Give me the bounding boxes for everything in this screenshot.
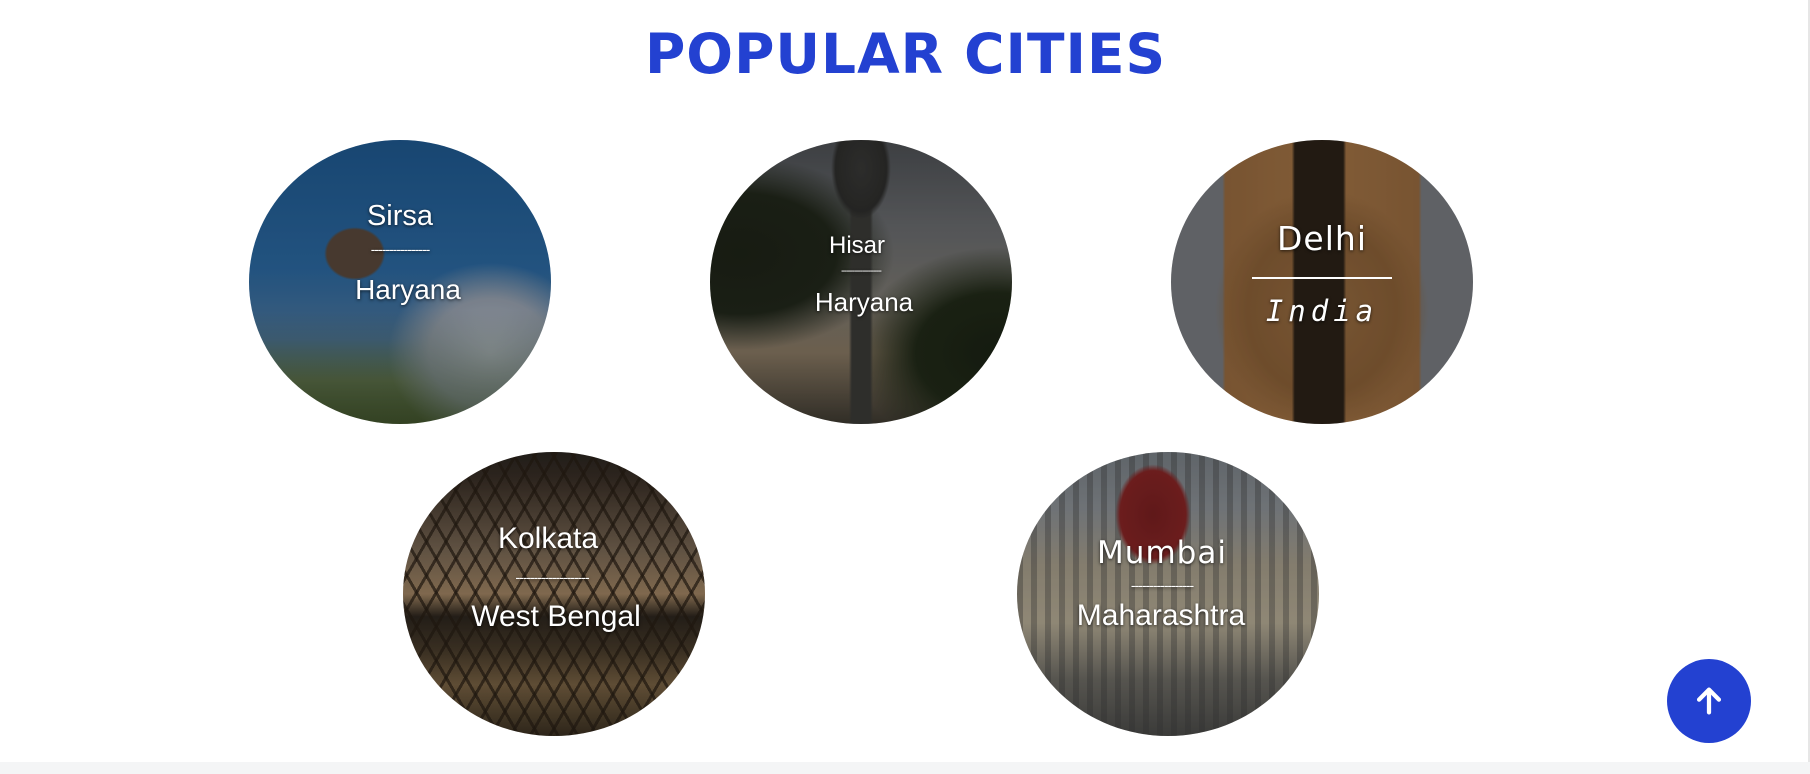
city-name: Hisar [828, 232, 885, 259]
city-divider: ----------------- [1130, 577, 1194, 593]
city-region: West Bengal [471, 600, 641, 633]
city-divider: ---------------- [370, 241, 431, 257]
city-region: Haryana [814, 287, 914, 317]
city-region: Haryana [355, 274, 461, 305]
city-card-hisar[interactable]: Hisar --------------- Haryana [710, 140, 1012, 424]
city-divider: --------------- [841, 265, 882, 277]
section-title: POPULAR CITIES [645, 22, 1167, 86]
footer-edge [0, 762, 1810, 774]
city-name: Mumbai [1097, 535, 1227, 571]
city-divider: -------------------- [515, 569, 589, 585]
city-name: Delhi [1277, 219, 1367, 258]
city-card-mumbai[interactable]: Mumbai ----------------- Maharashtra [1017, 452, 1319, 736]
city-name: Kolkata [497, 522, 599, 555]
city-name: Sirsa [366, 200, 434, 232]
city-region: India [1265, 294, 1379, 328]
arrow-up-icon [1696, 687, 1722, 715]
city-card-sirsa[interactable]: Sirsa ---------------- Haryana [249, 140, 551, 424]
city-divider [1252, 277, 1392, 279]
city-card-delhi[interactable]: Delhi India [1171, 140, 1473, 424]
city-region: Maharashtra [1076, 599, 1246, 632]
scroll-to-top-button[interactable] [1667, 659, 1751, 743]
city-card-kolkata[interactable]: Kolkata -------------------- West Bengal [403, 452, 705, 736]
